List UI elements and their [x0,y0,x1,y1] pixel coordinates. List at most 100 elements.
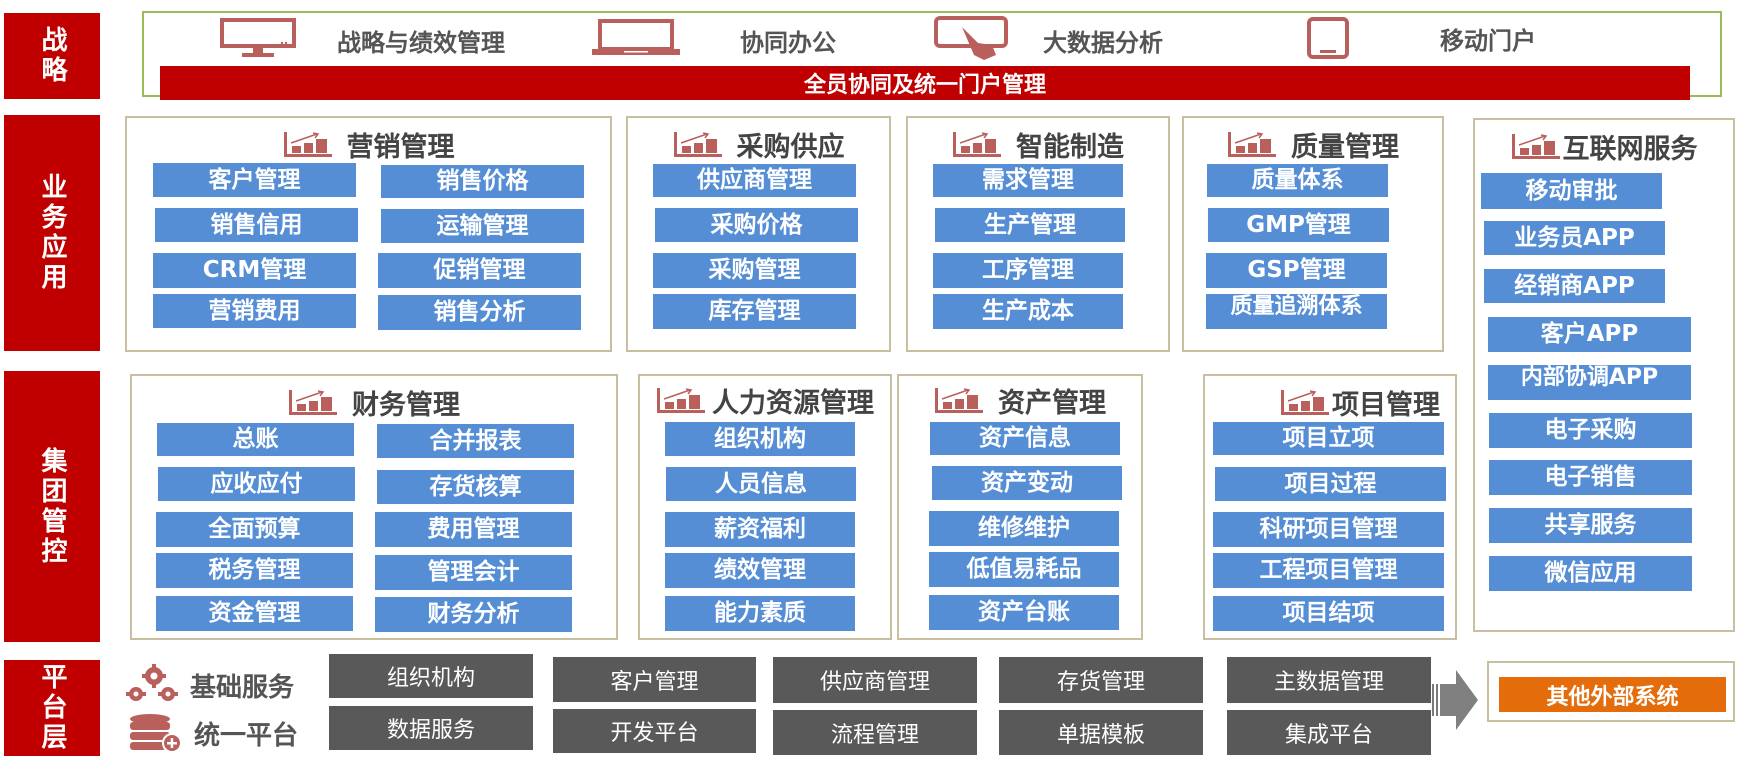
layer-label-group: 集团管控 [4,371,100,642]
module-item[interactable]: 运输管理 [381,209,584,243]
module-item[interactable]: 工序管理 [933,253,1123,288]
module-item[interactable]: 生产成本 [933,294,1123,329]
module-item[interactable]: 存货核算 [377,470,574,504]
internet-item[interactable]: 电子采购 [1489,413,1692,448]
module-item[interactable]: 维修维护 [929,511,1119,546]
platform-item[interactable]: 流程管理 [773,710,977,755]
module-item[interactable]: 资金管理 [156,596,353,631]
internet-item[interactable]: 移动审批 [1481,173,1662,209]
module-item[interactable]: 供应商管理 [653,164,856,197]
module-item[interactable]: 营销费用 [153,294,356,328]
platform-item[interactable]: 集成平台 [1227,710,1431,755]
strategy-label-text: 协同办公 [740,28,836,57]
strategy-item-bigdata[interactable] [934,15,1010,61]
internet-item[interactable]: 内部协调APP [1488,365,1691,400]
module-item[interactable]: 科研项目管理 [1213,512,1444,547]
chart-icon [1227,130,1277,158]
gears-icon [124,664,180,706]
module-item[interactable]: 全面预算 [156,512,353,547]
module-item[interactable]: GMP管理 [1208,208,1389,242]
chart-icon [673,130,723,158]
module-item[interactable]: 财务分析 [375,597,572,632]
module-item[interactable]: 采购价格 [655,208,858,242]
module-header: 采购供应 [628,124,889,164]
platform-item[interactable]: 供应商管理 [773,657,977,703]
module-item[interactable]: 管理会计 [375,555,572,590]
module-header: 营销管理 [127,124,610,164]
platform-item[interactable]: 存货管理 [999,657,1203,703]
module-item[interactable]: 资产变动 [932,466,1122,500]
module-item[interactable]: 质量体系 [1207,164,1388,197]
platform-item[interactable]: 单据模板 [999,710,1203,755]
module-item[interactable]: 销售分析 [378,295,581,330]
module-item[interactable]: CRM管理 [153,253,356,288]
module-item[interactable]: 总账 [157,423,354,456]
monitor-icon [220,18,296,58]
internet-item[interactable]: 客户APP [1488,317,1691,352]
chart-icon [1511,132,1561,160]
module-item[interactable]: 能力素质 [665,596,855,631]
module-item[interactable]: GSP管理 [1206,253,1387,288]
module-item[interactable]: 绩效管理 [665,553,855,588]
strategy-label-performance: 战略与绩效管理 [337,20,505,60]
module-item[interactable]: 库存管理 [653,294,856,329]
strategy-label-mobile: 移动门户 [1440,18,1536,58]
chart-icon [288,388,338,416]
module-item[interactable]: 资产信息 [930,422,1120,455]
module-item[interactable]: 薪资福利 [665,512,855,547]
module-item[interactable]: 资产台账 [929,595,1119,630]
module-item[interactable]: 费用管理 [375,512,572,547]
module-item[interactable]: 项目立项 [1213,422,1444,455]
chart-icon [1280,388,1330,416]
strategy-item-mobile[interactable] [1306,17,1350,59]
platform-item[interactable]: 开发平台 [553,709,756,753]
module-item[interactable]: 人员信息 [666,467,856,501]
external-systems-button[interactable]: 其他外部系统 [1499,677,1726,712]
module-item[interactable]: 低值易耗品 [929,552,1119,587]
module-item[interactable]: 工程项目管理 [1213,553,1444,588]
laptop-icon [590,18,682,58]
module-item[interactable]: 销售价格 [381,165,584,198]
internet-item[interactable]: 共享服务 [1489,508,1692,543]
module-item[interactable]: 需求管理 [933,164,1123,197]
strategy-item-collaboration[interactable] [590,18,682,58]
module-item[interactable]: 质量追溯体系 [1206,294,1387,329]
platform-item[interactable]: 组织机构 [329,654,533,698]
portal-banner: 全员协同及统一门户管理 [160,66,1690,100]
module-title: 营销管理 [346,131,455,163]
platform-unified: 统一平台 [128,712,298,754]
layer-label-platform: 平台层 [4,660,100,756]
module-item[interactable]: 应收应付 [158,467,355,501]
internet-item[interactable]: 微信应用 [1489,556,1692,591]
module-item[interactable]: 组织机构 [665,422,855,456]
platform-item[interactable]: 数据服务 [329,706,533,750]
platform-item[interactable]: 主数据管理 [1227,657,1431,703]
touch-screen-icon [934,15,1010,61]
module-item[interactable]: 促销管理 [378,253,581,288]
module-title: 智能制造 [1016,131,1124,163]
strategy-label-text: 战略与绩效管理 [337,28,505,57]
module-title: 互联网服务 [1562,133,1698,165]
module-header: 项目管理 [1265,382,1455,422]
module-item[interactable]: 税务管理 [156,553,353,588]
arrow-right-icon [1432,666,1480,734]
internet-item[interactable]: 电子销售 [1489,460,1692,495]
strategy-label-collaboration: 协同办公 [740,20,836,60]
module-item[interactable]: 生产管理 [935,208,1125,242]
module-item[interactable]: 项目结项 [1213,596,1444,631]
module-item[interactable]: 项目过程 [1215,467,1446,501]
module-item[interactable]: 销售信用 [155,208,358,242]
module-header: 财务管理 [132,382,616,422]
internet-item[interactable]: 业务员APP [1484,221,1665,255]
platform-unified-label: 统一平台 [194,720,299,751]
module-item[interactable]: 客户管理 [153,163,356,197]
platform-basic-services: 基础服务 [124,664,294,706]
internet-item[interactable]: 经销商APP [1484,269,1665,303]
platform-item[interactable]: 客户管理 [553,657,756,702]
module-item[interactable]: 采购管理 [653,253,856,288]
module-title: 人力资源管理 [712,387,874,419]
strategy-item-performance[interactable] [220,18,296,58]
chart-icon [934,386,984,414]
strategy-label-text: 大数据分析 [1043,28,1163,57]
module-item[interactable]: 合并报表 [377,424,574,458]
